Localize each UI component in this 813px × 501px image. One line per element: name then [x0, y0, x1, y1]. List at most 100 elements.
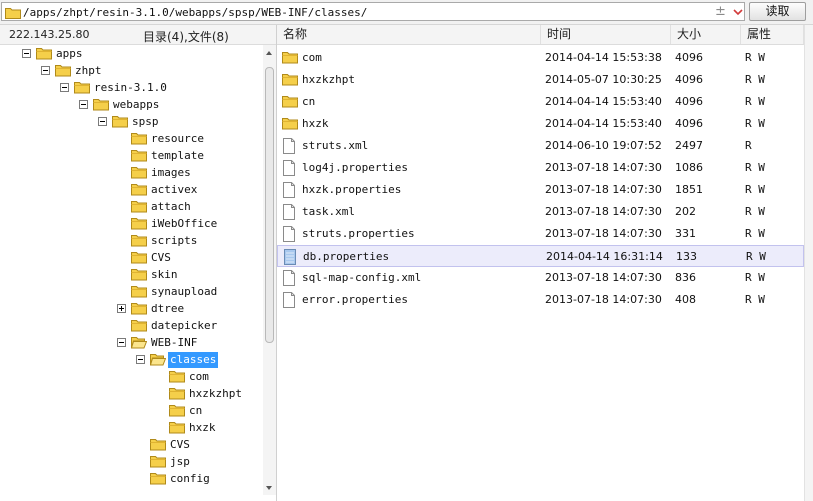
tree-node[interactable]: attach — [0, 199, 262, 215]
tree-node[interactable]: CVS — [0, 250, 262, 266]
file-row[interactable]: hxzk 2014-04-14 15:53:40 4096 R W — [277, 113, 804, 135]
tree-node[interactable]: resource — [0, 131, 262, 147]
collapse-icon[interactable] — [22, 49, 31, 58]
file-row[interactable]: struts.properties 2013-07-18 14:07:30 331 R… — [277, 223, 804, 245]
address-path: /apps/zhpt/resin-3.1.0/webapps/spsp/WEB-… — [23, 6, 368, 19]
tree-node[interactable]: images — [0, 165, 262, 181]
column-attr[interactable]: 属性 — [741, 25, 804, 44]
file-row[interactable]: hxzk.properties 2013-07-18 14:07:30 1851 R … — [277, 179, 804, 201]
tree-node[interactable]: datepicker — [0, 318, 262, 334]
file-size: 1851 — [675, 183, 703, 196]
collapse-icon[interactable] — [60, 83, 69, 92]
file-row[interactable]: cn 2014-04-14 15:53:40 4096 R W — [277, 91, 804, 113]
folder-icon — [74, 82, 90, 94]
file-time: 2014-04-14 15:53:40 — [545, 95, 662, 108]
column-name[interactable]: 名称 — [277, 25, 541, 44]
tree-node[interactable]: zhpt — [0, 63, 262, 79]
tree-node[interactable]: spsp — [0, 114, 262, 130]
tree-node-label: cn — [189, 404, 203, 417]
column-size[interactable]: 大小 — [671, 25, 741, 44]
column-time[interactable]: 时间 — [541, 25, 671, 44]
folder-icon — [55, 65, 71, 77]
scroll-down-icon[interactable] — [266, 486, 272, 490]
tree-node[interactable]: cn — [0, 403, 262, 419]
tree-node[interactable]: WEB-INF — [0, 335, 262, 351]
host-ip: 222.143.25.80 — [9, 28, 90, 41]
file-row[interactable]: com 2014-04-14 15:53:38 4096 R W — [277, 47, 804, 69]
folder-icon — [131, 235, 147, 247]
tree-node-label: dtree — [151, 302, 185, 315]
read-button[interactable]: 读取 — [749, 2, 806, 21]
folder-icon — [131, 320, 147, 332]
folder-icon — [282, 118, 298, 130]
folder-icon — [131, 269, 147, 281]
file-row[interactable]: struts.xml 2014-06-10 19:07:52 2497 R — [277, 135, 804, 157]
tree-node-label: config — [170, 472, 210, 485]
tree-node[interactable]: config — [0, 471, 262, 487]
file-time: 2013-07-18 14:07:30 — [545, 183, 662, 196]
file-size: 408 — [675, 293, 696, 306]
folder-icon — [131, 286, 147, 298]
tree-node[interactable]: iWebOffice — [0, 216, 262, 232]
collapse-icon[interactable] — [41, 66, 50, 75]
tree-node[interactable]: webapps — [0, 97, 262, 113]
file-icon — [284, 249, 296, 265]
tree-node[interactable]: activex — [0, 182, 262, 198]
file-row[interactable]: db.properties 2014-04-14 16:31:14 133 R W — [277, 245, 804, 267]
tree-node[interactable]: hxzkzhpt — [0, 386, 262, 402]
file-name: log4j.properties — [302, 161, 408, 174]
folder-icon — [169, 422, 185, 434]
expand-icon[interactable] — [117, 304, 126, 313]
address-input[interactable]: /apps/zhpt/resin-3.1.0/webapps/spsp/WEB-… — [1, 2, 745, 21]
file-row[interactable]: log4j.properties 2013-07-18 14:07:30 1086 R… — [277, 157, 804, 179]
file-attr: R W — [745, 293, 765, 306]
tree-node[interactable]: hxzk — [0, 420, 262, 436]
file-row[interactable]: sql-map-config.xml 2013-07-18 14:07:30 836… — [277, 267, 804, 289]
tree-node[interactable]: apps — [0, 46, 262, 62]
file-icon — [283, 182, 295, 198]
tree-node[interactable]: synaupload — [0, 284, 262, 300]
file-list-scrollbar[interactable] — [804, 25, 813, 501]
tree-node[interactable]: CVS — [0, 437, 262, 453]
tree-node[interactable]: skin — [0, 267, 262, 283]
pin-icon[interactable]: ± — [715, 4, 726, 19]
address-bar: /apps/zhpt/resin-3.1.0/webapps/spsp/WEB-… — [0, 0, 813, 25]
tree-node-label: images — [151, 166, 191, 179]
tree-node[interactable]: resin-3.1.0 — [0, 80, 262, 96]
collapse-icon[interactable] — [98, 117, 107, 126]
folder-icon — [150, 473, 166, 485]
folder-icon — [131, 218, 147, 230]
folder-icon-wrap — [282, 116, 298, 133]
file-name: hxzk.properties — [302, 183, 402, 196]
file-name: hxzk — [302, 117, 329, 130]
file-row[interactable]: error.properties 2013-07-18 14:07:30 408 R … — [277, 289, 804, 311]
folder-icon — [93, 99, 109, 111]
file-attr: R W — [745, 227, 765, 240]
tree-node[interactable]: template — [0, 148, 262, 164]
tree-scrollbar[interactable] — [263, 45, 276, 495]
collapse-icon[interactable] — [79, 100, 88, 109]
file-row[interactable]: hxzkzhpt 2014-05-07 10:30:25 4096 R W — [277, 69, 804, 91]
tree-node[interactable]: com — [0, 369, 262, 385]
scrollbar-thumb[interactable] — [265, 67, 274, 343]
tree-node[interactable]: jsp — [0, 454, 262, 470]
tree-node[interactable]: dtree — [0, 301, 262, 317]
chevron-down-icon[interactable] — [733, 8, 743, 16]
tree-node-label: zhpt — [75, 64, 102, 77]
tree-node[interactable]: classes — [0, 352, 262, 368]
tree-node[interactable]: scripts — [0, 233, 262, 249]
folder-icon — [169, 405, 185, 417]
file-name: sql-map-config.xml — [302, 271, 422, 284]
file-name: struts.properties — [302, 227, 415, 240]
folder-icon-wrap — [282, 72, 298, 89]
tree-node-label: spsp — [132, 115, 159, 128]
folder-icon — [131, 133, 147, 145]
file-row[interactable]: task.xml 2013-07-18 14:07:30 202 R W — [277, 201, 804, 223]
tree-node-label: datepicker — [151, 319, 218, 332]
tree-node-label: template — [151, 149, 204, 162]
collapse-icon[interactable] — [136, 355, 145, 364]
file-list-header: 名称 时间 大小 属性 — [277, 25, 804, 45]
folder-open-icon — [149, 354, 167, 366]
collapse-icon[interactable] — [117, 338, 126, 347]
scroll-up-icon[interactable] — [266, 51, 272, 55]
